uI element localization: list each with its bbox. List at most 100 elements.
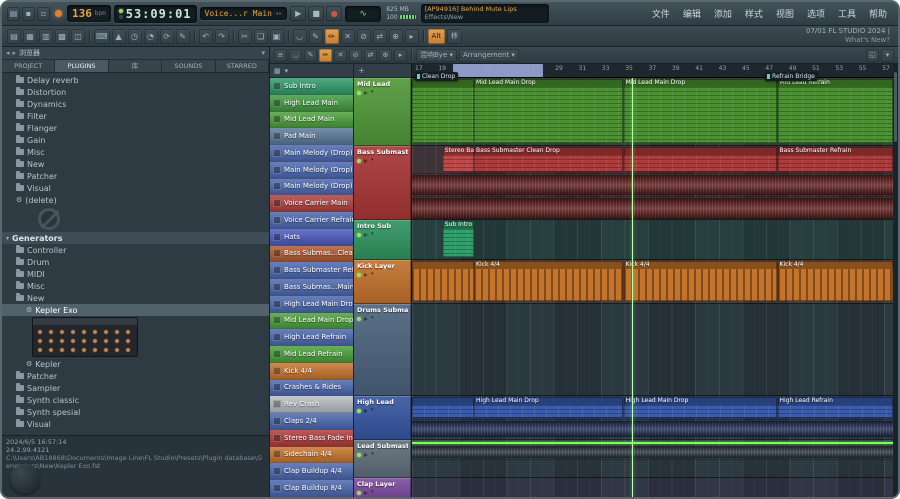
song-mode-led[interactable] (119, 15, 123, 19)
pl-slip-icon[interactable]: ⇄ (364, 49, 377, 62)
browser-tab-plugins[interactable]: PLUGINS (55, 60, 108, 72)
paste-icon[interactable]: ▣ (270, 29, 284, 44)
timeline-ruler[interactable]: 1719212325272931333537394143454749515355… (412, 64, 893, 78)
menu-编辑[interactable]: 编辑 (677, 5, 707, 22)
track-menu-icon[interactable]: ▾ (371, 272, 374, 277)
playback-tool-icon[interactable]: ▸ (405, 29, 419, 44)
pattern-spinner-icon[interactable]: ◂▸ (275, 10, 282, 17)
browser-item-misc[interactable]: Misc (2, 280, 269, 292)
track-mute-led[interactable] (357, 491, 361, 495)
pattern-dropdown[interactable]: 混响Bye ▾ (416, 49, 457, 62)
track-header-lead-submaster[interactable]: Lead Submaster▾ (354, 440, 411, 478)
track-mute-led[interactable] (357, 317, 361, 321)
browser-item-dynamics[interactable]: Dynamics (2, 98, 269, 110)
playlist-clip-mid-lead-main-drop[interactable]: Mid Lead Main Drop (474, 79, 623, 143)
pl-magnet-icon[interactable]: ◡ (289, 49, 302, 62)
browser-item-new[interactable]: New (2, 158, 269, 170)
track-header-drums-submast[interactable]: Drums Submast...▾ (354, 304, 411, 396)
track-fader-icon[interactable] (364, 159, 368, 163)
browser-item-kepler-exo[interactable]: ⚙Kepler Exo (2, 304, 269, 316)
track-header-bass-submaster[interactable]: Bass Submaster▾ (354, 146, 411, 220)
track-fader-icon[interactable] (364, 491, 368, 495)
pat-mode-led[interactable] (119, 9, 123, 13)
arrangement-dropdown[interactable]: Arrangement ▾ (459, 49, 519, 62)
browser-item-generators[interactable]: ▾Generators (2, 232, 269, 244)
track-fader-icon[interactable] (364, 91, 368, 95)
playlist-clip[interactable] (412, 421, 893, 437)
picker-item-mid-lead-main-drop[interactable]: Mid Lead Main Drop (270, 313, 353, 330)
picker-item-main-melody-drop[interactable]: Main Melody (Drop) (270, 145, 353, 162)
undo-icon[interactable]: ↶ (199, 29, 213, 44)
track-menu-icon[interactable]: ▾ (371, 316, 374, 321)
whats-new-link[interactable]: What's New? (806, 36, 890, 45)
track-menu-icon[interactable]: ▾ (371, 232, 374, 237)
picker-item-clap-buildup-8-4[interactable]: Clap Buildup 8/4 (270, 480, 353, 497)
picker-item-hats[interactable]: Hats (270, 229, 353, 246)
playlist-clip[interactable] (412, 261, 474, 301)
channel-rack-window-icon[interactable]: ▥ (39, 29, 53, 44)
playlist-clip-kick-4-4[interactable]: Kick 4/4 (778, 261, 893, 301)
picker-item-mid-lead-main[interactable]: Mid Lead Main (270, 112, 353, 129)
browser-tab-库[interactable]: 库 (109, 60, 162, 72)
track-menu-icon[interactable]: ▾ (371, 408, 374, 413)
track-mute-led[interactable] (357, 159, 361, 163)
picker-item-bass-submaster-refrain[interactable]: Bass Submaster Refrain (270, 262, 353, 279)
track-header-kick-layer[interactable]: Kick Layer▾ (354, 260, 411, 304)
countdown-icon[interactable]: ◔ (144, 29, 158, 44)
track-menu-icon[interactable]: ▾ (371, 90, 374, 95)
mixer-window-icon[interactable]: ▩ (55, 29, 69, 44)
pl-detach-icon[interactable]: ◱ (866, 49, 879, 62)
timeline-marker-clean-drop[interactable]: Clean Drop (415, 72, 458, 81)
pl-brush-icon[interactable]: ✏ (319, 49, 332, 62)
mute-tool-icon[interactable]: ⊘ (357, 29, 371, 44)
slip-tool-icon[interactable]: ⇄ (373, 29, 387, 44)
track-lane-high-lead[interactable]: High Lead Main DropHigh Lead Main DropHi… (412, 396, 893, 440)
track-fader-icon[interactable] (364, 273, 368, 277)
picker-item-claps-2-4[interactable]: Claps 2/4 (270, 413, 353, 430)
playlist-clip-sub-intro[interactable]: Sub Intro (443, 221, 474, 257)
play-button[interactable]: ▶ (290, 6, 306, 21)
playlist-clip-bass-submaster-refrain[interactable]: Bass Submaster Refrain (778, 147, 893, 172)
playlist-clip[interactable] (412, 79, 474, 143)
browser-item-kepler[interactable]: ⚙Kepler (2, 358, 269, 370)
browser-item-delete[interactable]: ⚙(delete) (2, 194, 269, 206)
wait-for-input-icon[interactable]: ◷ (128, 29, 142, 44)
browser-item-misc[interactable]: Misc (2, 146, 269, 158)
step-edit-icon[interactable]: ✎ (176, 29, 190, 44)
picker-header[interactable]: ▦▾ (270, 64, 353, 78)
playlist-clip-bass-submaster-clean-drop[interactable]: Bass Submaster Clean Drop (474, 147, 623, 172)
picker-item-main-melody-drop-1[interactable]: Main Melody (Drop) #1 (270, 162, 353, 179)
time-display[interactable]: 53:09:01 (114, 5, 197, 23)
playlist-clip[interactable] (412, 175, 893, 195)
playlist-window-icon[interactable]: ▤ (7, 29, 21, 44)
browser-window-icon[interactable]: ◫ (71, 29, 85, 44)
playlist-clip[interactable] (412, 442, 893, 444)
pl-mute-icon[interactable]: ⊘ (349, 49, 362, 62)
timeline-marker-refrain-bridge[interactable]: Refrain Bridge (765, 72, 818, 81)
branding[interactable]: 07/01 FL STUDIO 2024 | What's New? (806, 27, 893, 45)
browser-item-gain[interactable]: Gain (2, 134, 269, 146)
browser-menu-icon[interactable]: ▾ (261, 49, 265, 57)
track-header-clap-layer[interactable]: Clap Layer▾ (354, 478, 411, 497)
track-lane-mid-lead[interactable]: Mid Lead Main DropMid Lead Main DropMid … (412, 78, 893, 146)
picker-view-icon[interactable]: ▦ (274, 67, 281, 75)
track-lane-kick-layer[interactable]: Kick 4/4Kick 4/4Kick 4/4 (412, 260, 893, 304)
menu-添加[interactable]: 添加 (708, 5, 738, 22)
picker-item-voice-carrier-refrain[interactable]: Voice Carrier Refrain (270, 212, 353, 229)
browser-forward-icon[interactable]: ▸ (13, 49, 17, 57)
pl-cut-icon[interactable]: ✕ (334, 49, 347, 62)
track-lane-bass-submaster[interactable]: Stereo Bass Fade InBass Submaster Clean … (412, 146, 893, 220)
detach-button[interactable]: ▪ (22, 7, 35, 21)
browser-item-sampler[interactable]: Sampler (2, 382, 269, 394)
menu-选项[interactable]: 选项 (801, 5, 831, 22)
track-fader-icon[interactable] (364, 233, 368, 237)
browser-back-icon[interactable]: ◂ (6, 49, 10, 57)
picker-item-crashes-rides[interactable]: Crashes & Rides (270, 380, 353, 397)
browser-item-midi[interactable]: MIDI (2, 268, 269, 280)
picker-item-high-lead-main[interactable]: High Lead Main (270, 95, 353, 112)
playlist-clip-mid-lead-refrain[interactable]: Mid Lead Refrain (778, 79, 893, 143)
browser-item-patcher[interactable]: Patcher (2, 170, 269, 182)
track-fader-icon[interactable] (364, 409, 368, 413)
playlist-clip-high-lead-refrain[interactable]: High Lead Refrain (778, 397, 893, 418)
browser-item-synth-classic[interactable]: Synth classic (2, 394, 269, 406)
